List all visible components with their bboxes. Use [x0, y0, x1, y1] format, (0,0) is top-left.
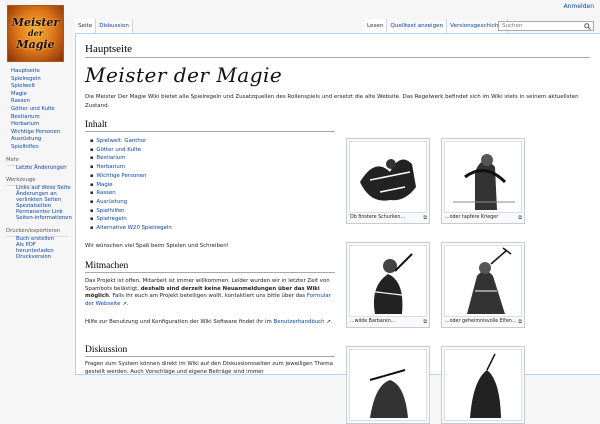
- toc-item-spielwelt[interactable]: Spielwelt: Ganthor: [90, 137, 172, 146]
- heading-mitmachen: Mitmachen: [85, 261, 335, 273]
- hilfe-paragraph: Hilfe zur Benutzung und Konfiguration de…: [85, 319, 335, 327]
- intro-text: Die Meister Der Magie Wiki bietet alle S…: [85, 94, 579, 109]
- wish-text: Wir wünschen viel Spaß beim Spielen und …: [85, 243, 229, 249]
- heading-diskussion: Diskussion: [85, 345, 335, 357]
- login-link[interactable]: Anmelden: [564, 3, 594, 10]
- sidebar-werkzeuge-list: Links auf diese Seite Änderungen an verl…: [0, 186, 74, 221]
- logo-line-3: Magie: [16, 38, 55, 51]
- sidebar-heading-drucken: Drucken/exportieren: [6, 227, 61, 234]
- benutzerhandbuch-link[interactable]: Benutzerhandbuch: [274, 319, 325, 325]
- magnify-icon[interactable]: ⧉: [518, 215, 522, 221]
- logo-line-1: Meister: [11, 16, 60, 29]
- sidebar-item-druckversion[interactable]: Druckversion: [16, 254, 74, 261]
- toc-item-rassen[interactable]: Rassen: [90, 189, 172, 198]
- tab-diskussion[interactable]: Diskussion: [96, 19, 133, 33]
- sidebar-mehr-list: Letzte Änderungen: [0, 165, 74, 172]
- sidebar-item-goetter[interactable]: Götter und Kulte: [11, 106, 74, 114]
- sidebar-item-letzte-aenderungen[interactable]: Letzte Änderungen: [16, 165, 74, 172]
- illustration-warrior[interactable]: [444, 141, 522, 213]
- thumbnail-caption: ...oder geheimnisvolle Elfen... ⧉: [442, 319, 524, 327]
- hilfe-text: Hilfe zur Benutzung und Konfiguration de…: [85, 319, 274, 325]
- mitmachen-text-3: .: [126, 301, 129, 308]
- search-icon[interactable]: [584, 23, 591, 30]
- caption-text: Ob finstere Schurken...: [350, 215, 405, 220]
- caption-text: ...oder geheimnisvolle Elfen...: [445, 319, 517, 324]
- thumbnail-elfen[interactable]: ...oder geheimnisvolle Elfen... ⧉: [441, 242, 525, 328]
- sidebar-item-spielregeln[interactable]: Spielregeln: [11, 76, 74, 84]
- illustration-figure-6[interactable]: [444, 349, 522, 421]
- toc-item-ausruestung[interactable]: Ausrüstung: [90, 198, 172, 207]
- toc-item-spielregeln[interactable]: Spielregeln: [90, 215, 172, 224]
- caption-text: ...wilde Barbaren...: [350, 319, 396, 324]
- toc-item-personen[interactable]: Wichtige Personen: [90, 172, 172, 181]
- toc-item-spielhilfen[interactable]: Spielhilfen: [90, 207, 172, 216]
- heading-inhalt: Inhalt: [85, 120, 335, 132]
- thumbnail-schurke[interactable]: Ob finstere Schurken... ⧉: [346, 138, 430, 224]
- thumbnail-barbar[interactable]: ...wilde Barbaren... ⧉: [346, 242, 430, 328]
- sidebar-item-rassen[interactable]: Rassen: [11, 98, 74, 106]
- namespace-tabs: Seite Diskussion: [75, 19, 133, 33]
- search-box: [498, 21, 594, 31]
- site-logo[interactable]: Meister der Magie: [7, 5, 64, 62]
- sidebar-item-spielhilfen[interactable]: Spielhilfen: [11, 144, 74, 152]
- thumbnail-caption: ...wilde Barbaren... ⧉: [347, 319, 429, 327]
- illustration-rogue[interactable]: [349, 141, 427, 213]
- illustration-barbarian[interactable]: [349, 245, 427, 317]
- sidebar-item-bestiarium[interactable]: Bestiarium: [11, 114, 74, 122]
- caption-text: ...oder tapfere Krieger: [445, 215, 499, 220]
- magnify-icon[interactable]: ⧉: [423, 319, 427, 325]
- illustration-elf[interactable]: [444, 245, 522, 317]
- hilfe-text-end: .: [330, 319, 333, 325]
- page-title: Hauptseite: [85, 43, 590, 58]
- sidebar-drucken-list: Buch erstellen Als PDF herunterladen Dru…: [0, 236, 74, 261]
- sidebar-item-hauptseite[interactable]: Hauptseite: [11, 68, 74, 76]
- thumbnail-caption: ...oder tapfere Krieger ⧉: [442, 215, 524, 223]
- sidebar-item-personen[interactable]: Wichtige Personen: [11, 129, 74, 137]
- magnify-icon[interactable]: ⧉: [423, 215, 427, 221]
- sidebar-heading-mehr[interactable]: Mehr: [0, 157, 74, 164]
- sidebar-item-magie[interactable]: Magie: [11, 91, 74, 99]
- view-tabs: Lesen Quelltext anzeigen Versionsgeschic…: [364, 19, 508, 33]
- toc-list: Spielwelt: Ganthor Götter und Kulte Best…: [90, 137, 172, 233]
- mitmachen-paragraph: Das Projekt ist offen, Mitarbeit ist imm…: [85, 278, 335, 309]
- search-input[interactable]: [502, 23, 582, 29]
- toc-item-w20[interactable]: Alternative W20 Spielregeln: [90, 224, 171, 233]
- thumbnail-caption: Ob finstere Schurken... ⧉: [347, 215, 429, 223]
- toc-item-magie[interactable]: Magie: [90, 181, 172, 190]
- sidebar-item-herbarium[interactable]: Herbarium: [11, 121, 74, 129]
- sidebar-item-pdf-download[interactable]: Als PDF herunterladen: [16, 242, 74, 255]
- illustration-figure-5[interactable]: [349, 349, 427, 421]
- tab-lesen[interactable]: Lesen: [364, 19, 388, 33]
- thumbnail-figure-5[interactable]: [346, 346, 430, 424]
- sidebar-item-spielwelt[interactable]: Spielwelt: [11, 83, 74, 91]
- toc-item-herbarium[interactable]: Herbarium: [90, 163, 172, 172]
- sidebar-navigation: Hauptseite Spielregeln Spielwelt Magie R…: [0, 68, 74, 152]
- main-content: Hauptseite Meister der Magie Die Meister…: [75, 33, 600, 424]
- diskussion-text: Fragen zum System können direkt im Wiki …: [85, 361, 333, 375]
- toc-item-bestiarium[interactable]: Bestiarium: [90, 154, 172, 163]
- thumbnail-figure-6[interactable]: [441, 346, 525, 424]
- brand-heading: Meister der Magie: [85, 63, 283, 87]
- tab-quelltext[interactable]: Quelltext anzeigen: [387, 19, 448, 33]
- sidebar-item-ausruestung[interactable]: Ausrüstung: [11, 136, 74, 144]
- toc-item-goetter[interactable]: Götter und Kulte: [90, 146, 172, 155]
- sidebar: Hauptseite Spielregeln Spielwelt Magie R…: [0, 68, 74, 261]
- magnify-icon[interactable]: ⧉: [518, 319, 522, 325]
- mitmachen-text-2: . Falls ihr euch am Projekt beteiligen w…: [108, 293, 307, 300]
- sidebar-heading-werkzeuge: Werkzeuge: [6, 177, 36, 184]
- thumbnail-krieger[interactable]: ...oder tapfere Krieger ⧉: [441, 138, 525, 224]
- tab-seite[interactable]: Seite: [75, 19, 97, 33]
- sidebar-item-seiteninformationen[interactable]: Seiten-informationen: [16, 215, 74, 222]
